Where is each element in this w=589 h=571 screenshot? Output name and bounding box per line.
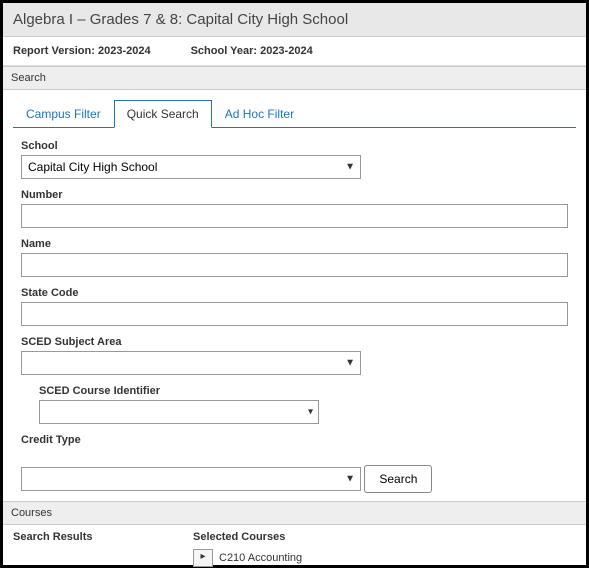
page-title: Algebra I – Grades 7 & 8: Capital City H… (3, 3, 586, 37)
report-version: Report Version: 2023-2024 (13, 45, 151, 57)
school-year-label: School Year: (191, 45, 257, 57)
name-label: Name (21, 238, 568, 250)
name-input[interactable] (21, 253, 568, 277)
report-version-label: Report Version: (13, 45, 95, 57)
school-year-value: 2023-2024 (260, 45, 313, 57)
tab-ad-hoc-filter[interactable]: Ad Hoc Filter (212, 100, 307, 128)
move-right-button[interactable]: ▸ (193, 549, 213, 567)
selected-course-name: C210 Accounting (219, 552, 302, 564)
report-version-value: 2023-2024 (98, 45, 151, 57)
filter-tabs: Campus Filter Quick Search Ad Hoc Filter (13, 100, 576, 128)
courses-area: Search Results Selected Courses ▸ C210 A… (3, 525, 586, 571)
selected-courses-column: Selected Courses ▸ C210 Accounting (193, 531, 576, 569)
tab-campus-filter[interactable]: Campus Filter (13, 100, 114, 128)
search-button[interactable]: Search (364, 465, 432, 493)
search-section-header: Search (3, 66, 586, 90)
search-results-column: Search Results (13, 531, 193, 569)
credit-type-select[interactable] (21, 467, 361, 491)
selected-course-row: ▸ C210 Accounting (193, 547, 576, 569)
report-info-row: Report Version: 2023-2024 School Year: 2… (3, 37, 586, 66)
state-code-label: State Code (21, 287, 568, 299)
sced-course-id-label: SCED Course Identifier (39, 385, 568, 397)
quick-search-form: School ▼ Number Name State Code SCED Sub… (3, 128, 586, 501)
sced-subject-label: SCED Subject Area (21, 336, 568, 348)
tab-quick-search[interactable]: Quick Search (114, 100, 212, 128)
credit-type-label: Credit Type (21, 434, 568, 446)
search-results-label: Search Results (13, 531, 193, 543)
sced-subject-select[interactable] (21, 351, 361, 375)
courses-section-header: Courses (3, 501, 586, 525)
school-year: School Year: 2023-2024 (191, 45, 313, 57)
state-code-input[interactable] (21, 302, 568, 326)
selected-courses-label: Selected Courses (193, 531, 576, 543)
school-label: School (21, 140, 568, 152)
sced-course-id-select[interactable] (39, 400, 319, 424)
school-select[interactable] (21, 155, 361, 179)
number-label: Number (21, 189, 568, 201)
sced-course-id-group: SCED Course Identifier ▾ (39, 385, 568, 424)
number-input[interactable] (21, 204, 568, 228)
